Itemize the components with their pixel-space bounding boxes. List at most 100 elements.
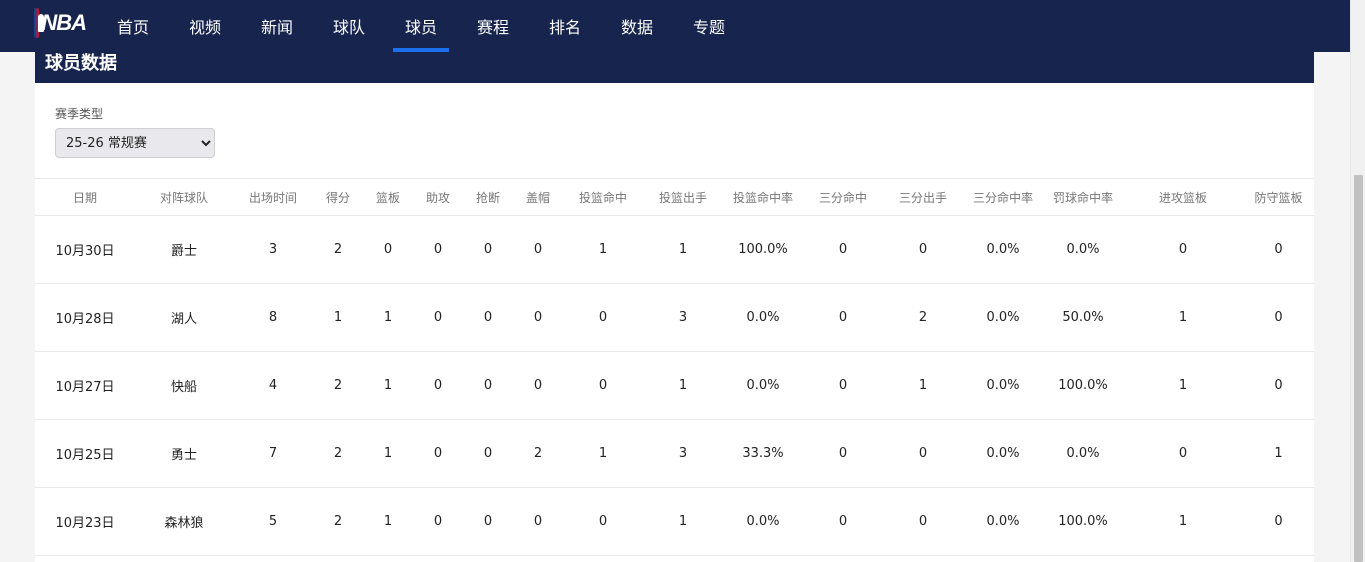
column-header: 投篮命中率 <box>723 178 803 216</box>
column-header: 出场时间 <box>233 178 313 216</box>
table-cell: 0 <box>803 419 883 488</box>
table-cell: 0 <box>513 351 563 420</box>
table-cell: 4 <box>233 351 313 420</box>
table-cell: 0 <box>463 215 513 284</box>
season-type-select[interactable]: 25-26 常规赛 <box>55 128 215 158</box>
table-cell: 0.0% <box>723 487 803 556</box>
column-header: 助攻 <box>413 178 463 216</box>
table-cell: 1 <box>1243 419 1314 488</box>
table-cell: 0.0% <box>963 351 1043 420</box>
table-cell: 0 <box>513 215 563 284</box>
table-cell: 1 <box>363 419 413 488</box>
table-cell: 1 <box>363 351 413 420</box>
table-cell: 10月23日 <box>35 487 135 556</box>
table-cell: 0 <box>1123 419 1243 488</box>
table-cell: 0.0% <box>1043 215 1123 284</box>
nav-item-stats[interactable]: 数据 <box>601 0 673 52</box>
nav-item-standings[interactable]: 排名 <box>529 0 601 52</box>
table-cell: 2 <box>513 419 563 488</box>
nav-item-news[interactable]: 新闻 <box>241 0 313 52</box>
table-cell: 7 <box>233 419 313 488</box>
column-header: 投篮出手 <box>643 178 723 216</box>
table-cell: 0 <box>803 487 883 556</box>
player-stats-card: 球员数据 赛季类型 25-26 常规赛 日期 对阵球队 出场时间 得分 篮板 助攻 抢断 盖帽… <box>35 38 1314 562</box>
table-header-row: 日期 对阵球队 出场时间 得分 篮板 助攻 抢断 盖帽 投篮命中 投篮出手 投篮命中率 三分命中 三分出… <box>35 178 1314 216</box>
table-cell: 0 <box>1123 215 1243 284</box>
column-header: 对阵球队 <box>135 178 233 216</box>
table-cell: 0 <box>563 487 643 556</box>
column-header: 进攻篮板 <box>1123 178 1243 216</box>
nav-menu: 首页 视频 新闻 球队 球员 赛程 排名 数据 专题 <box>97 0 745 52</box>
nav-item-players[interactable]: 球员 <box>385 0 457 52</box>
table-cell: 3 <box>643 283 723 352</box>
table-cell: 森林狼 <box>135 487 233 556</box>
nav-item-features[interactable]: 专题 <box>673 0 745 52</box>
table-cell: 0 <box>883 215 963 284</box>
column-header: 罚球命中率 <box>1043 178 1123 216</box>
column-header: 日期 <box>35 178 135 216</box>
table-cell: 100.0% <box>723 215 803 284</box>
column-header: 防守篮板 <box>1243 178 1314 216</box>
table-cell: 2 <box>313 487 363 556</box>
nav-item-teams[interactable]: 球队 <box>313 0 385 52</box>
table-cell: 5 <box>233 487 313 556</box>
nav-item-video[interactable]: 视频 <box>169 0 241 52</box>
column-header: 投篮命中 <box>563 178 643 216</box>
table-cell: 0.0% <box>963 283 1043 352</box>
table-cell: 2 <box>313 351 363 420</box>
table-cell: 0.0% <box>963 419 1043 488</box>
table-cell: 0 <box>413 215 463 284</box>
table-cell: 100.0% <box>1043 351 1123 420</box>
season-type-label: 赛季类型 <box>55 107 104 121</box>
table-cell: 50.0% <box>1043 283 1123 352</box>
game-log-table: 日期 对阵球队 出场时间 得分 篮板 助攻 抢断 盖帽 投篮命中 投篮出手 投篮命中率 三分命中 三分出… <box>35 178 1314 556</box>
table-cell: 勇士 <box>135 419 233 488</box>
table-cell: 0 <box>803 215 883 284</box>
table-cell: 3 <box>233 215 313 284</box>
column-header: 抢断 <box>463 178 513 216</box>
table-body: 10月30日 爵士 3 2 0 0 0 0 1 1 100.0% 0 0 0.0% 0.0% 0 0 10月28日… <box>35 215 1314 556</box>
table-cell: 1 <box>883 351 963 420</box>
table-cell: 0.0% <box>723 283 803 352</box>
table-cell: 2 <box>313 419 363 488</box>
table-cell: 1 <box>1123 487 1243 556</box>
season-filter: 赛季类型 25-26 常规赛 <box>55 105 215 158</box>
table-cell: 1 <box>563 419 643 488</box>
table-cell: 0 <box>563 283 643 352</box>
table-cell: 0 <box>803 283 883 352</box>
table-cell: 10月27日 <box>35 351 135 420</box>
table-cell: 1 <box>563 215 643 284</box>
table-cell: 0 <box>1243 215 1314 284</box>
table-cell: 0 <box>883 419 963 488</box>
table-cell: 0 <box>463 419 513 488</box>
table-cell: 湖人 <box>135 283 233 352</box>
nba-logo[interactable]: NBA <box>34 8 87 38</box>
table-cell: 0 <box>1243 487 1314 556</box>
nav-item-schedule[interactable]: 赛程 <box>457 0 529 52</box>
table-cell: 1 <box>643 351 723 420</box>
page-scrollbar[interactable] <box>1350 0 1365 562</box>
table-cell: 0 <box>883 487 963 556</box>
table-cell: 0 <box>413 487 463 556</box>
table-cell: 0 <box>1243 283 1314 352</box>
table-cell: 0 <box>363 215 413 284</box>
table-cell: 0 <box>513 283 563 352</box>
table-cell: 0 <box>563 351 643 420</box>
scrollbar-thumb[interactable] <box>1354 175 1363 562</box>
table-cell: 1 <box>643 487 723 556</box>
table-cell: 0.0% <box>723 351 803 420</box>
column-header: 篮板 <box>363 178 413 216</box>
table-cell: 0 <box>463 283 513 352</box>
table-cell: 快船 <box>135 351 233 420</box>
column-header: 盖帽 <box>513 178 563 216</box>
nba-logo-icon <box>34 8 45 38</box>
table-cell: 0.0% <box>963 215 1043 284</box>
table-cell: 0.0% <box>1043 419 1123 488</box>
table-cell: 100.0% <box>1043 487 1123 556</box>
table-cell: 0 <box>413 283 463 352</box>
nav-item-home[interactable]: 首页 <box>97 0 169 52</box>
table-cell: 1 <box>313 283 363 352</box>
top-navigation: NBA 首页 视频 新闻 球队 球员 赛程 排名 数据 专题 <box>0 0 1350 52</box>
column-header: 三分命中率 <box>963 178 1043 216</box>
table-cell: 1 <box>1123 283 1243 352</box>
